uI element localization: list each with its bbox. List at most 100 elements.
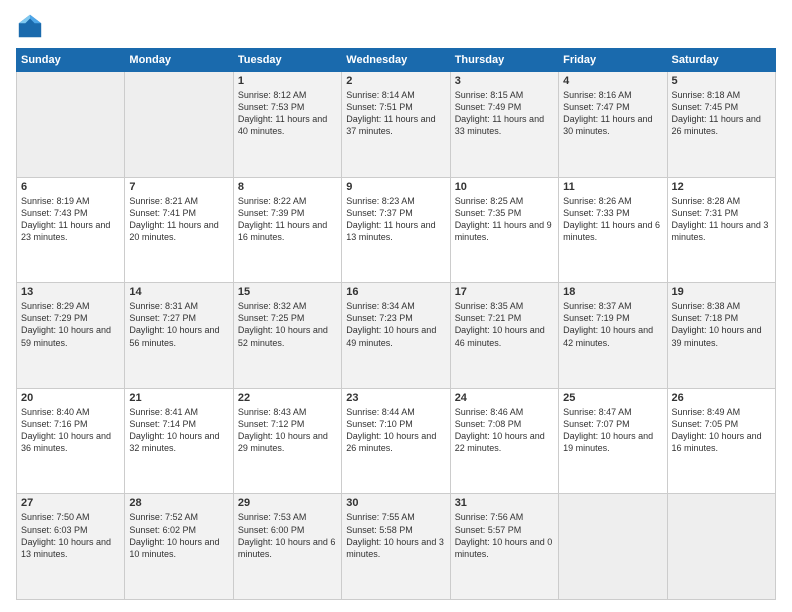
day-number: 7	[129, 181, 228, 193]
day-info: Sunrise: 8:23 AMSunset: 7:37 PMDaylight:…	[346, 195, 445, 244]
day-number: 2	[346, 75, 445, 87]
day-number: 11	[563, 181, 662, 193]
weekday-header: Friday	[559, 49, 667, 72]
day-number: 12	[672, 181, 771, 193]
day-number: 23	[346, 392, 445, 404]
day-info: Sunrise: 8:37 AMSunset: 7:19 PMDaylight:…	[563, 300, 662, 349]
weekday-header: Tuesday	[233, 49, 341, 72]
day-info: Sunrise: 7:50 AMSunset: 6:03 PMDaylight:…	[21, 511, 120, 560]
calendar-cell: 8Sunrise: 8:22 AMSunset: 7:39 PMDaylight…	[233, 177, 341, 283]
calendar-cell: 14 Sunrise: 8:31 AMSunset: 7:27 PMDayligh…	[125, 283, 233, 389]
day-number: 20	[21, 392, 120, 404]
calendar-cell: 18Sunrise: 8:37 AMSunset: 7:19 PMDayligh…	[559, 283, 667, 389]
calendar-cell: 30 Sunrise: 7:55 AMSunset: 5:58 PMDayligh…	[342, 494, 450, 600]
calendar-cell: 6 Sunrise: 8:19 AMSunset: 7:43 PMDaylight…	[17, 177, 125, 283]
day-number: 26	[672, 392, 771, 404]
calendar-cell: 25 Sunrise: 8:47 AMSunset: 7:07 PMDayligh…	[559, 388, 667, 494]
day-info: Sunrise: 8:29 AMSunset: 7:29 PMDaylight:…	[21, 300, 120, 349]
day-info: Sunrise: 8:22 AMSunset: 7:39 PMDaylight:…	[238, 195, 337, 244]
day-info: Sunrise: 8:28 AMSunset: 7:31 PMDaylight:…	[672, 195, 771, 244]
day-info: Sunrise: 8:31 AMSunset: 7:27 PMDaylight:…	[129, 300, 228, 349]
day-number: 31	[455, 497, 554, 509]
calendar-cell: 17 Sunrise: 8:35 AMSunset: 7:21 PMDayligh…	[450, 283, 558, 389]
day-number: 22	[238, 392, 337, 404]
calendar-row: 20 Sunrise: 8:40 AMSunset: 7:16 PMDayligh…	[17, 388, 776, 494]
day-info: Sunrise: 8:32 AMSunset: 7:25 PMDaylight:…	[238, 300, 337, 349]
calendar-cell: 29 Sunrise: 7:53 AMSunset: 6:00 PMDayligh…	[233, 494, 341, 600]
calendar-cell: 19 Sunrise: 8:38 AMSunset: 7:18 PMDayligh…	[667, 283, 775, 389]
day-number: 4	[563, 75, 662, 87]
day-info: Sunrise: 8:15 AMSunset: 7:49 PMDaylight:…	[455, 89, 554, 138]
calendar-cell	[125, 72, 233, 178]
calendar-row: 27Sunrise: 7:50 AMSunset: 6:03 PMDayligh…	[17, 494, 776, 600]
day-info: Sunrise: 8:12 AMSunset: 7:53 PMDaylight:…	[238, 89, 337, 138]
day-info: Sunrise: 8:46 AMSunset: 7:08 PMDaylight:…	[455, 406, 554, 455]
weekday-header: Monday	[125, 49, 233, 72]
day-number: 28	[129, 497, 228, 509]
day-number: 5	[672, 75, 771, 87]
day-info: Sunrise: 8:19 AMSunset: 7:43 PMDaylight:…	[21, 195, 120, 244]
day-info: Sunrise: 8:43 AMSunset: 7:12 PMDaylight:…	[238, 406, 337, 455]
calendar-cell: 15 Sunrise: 8:32 AMSunset: 7:25 PMDayligh…	[233, 283, 341, 389]
day-info: Sunrise: 8:18 AMSunset: 7:45 PMDaylight:…	[672, 89, 771, 138]
day-info: Sunrise: 8:44 AMSunset: 7:10 PMDaylight:…	[346, 406, 445, 455]
calendar-cell	[17, 72, 125, 178]
calendar-cell: 1 Sunrise: 8:12 AMSunset: 7:53 PMDaylight…	[233, 72, 341, 178]
weekday-header: Thursday	[450, 49, 558, 72]
weekday-header: Saturday	[667, 49, 775, 72]
weekday-header-row: SundayMondayTuesdayWednesdayThursdayFrid…	[17, 49, 776, 72]
day-number: 29	[238, 497, 337, 509]
header	[16, 12, 776, 40]
calendar-row: 13 Sunrise: 8:29 AMSunset: 7:29 PMDayligh…	[17, 283, 776, 389]
day-info: Sunrise: 7:53 AMSunset: 6:00 PMDaylight:…	[238, 511, 337, 560]
day-info: Sunrise: 8:16 AMSunset: 7:47 PMDaylight:…	[563, 89, 662, 138]
calendar-cell: 3 Sunrise: 8:15 AMSunset: 7:49 PMDaylight…	[450, 72, 558, 178]
day-number: 6	[21, 181, 120, 193]
calendar-cell: 22 Sunrise: 8:43 AMSunset: 7:12 PMDayligh…	[233, 388, 341, 494]
calendar-cell	[667, 494, 775, 600]
calendar-row: 6 Sunrise: 8:19 AMSunset: 7:43 PMDaylight…	[17, 177, 776, 283]
day-number: 16	[346, 286, 445, 298]
weekday-header: Wednesday	[342, 49, 450, 72]
logo	[16, 12, 48, 40]
day-info: Sunrise: 8:41 AMSunset: 7:14 PMDaylight:…	[129, 406, 228, 455]
day-info: Sunrise: 8:47 AMSunset: 7:07 PMDaylight:…	[563, 406, 662, 455]
calendar-cell: 28Sunrise: 7:52 AMSunset: 6:02 PMDayligh…	[125, 494, 233, 600]
calendar-row: 1 Sunrise: 8:12 AMSunset: 7:53 PMDaylight…	[17, 72, 776, 178]
day-info: Sunrise: 8:21 AMSunset: 7:41 PMDaylight:…	[129, 195, 228, 244]
calendar-cell: 21 Sunrise: 8:41 AMSunset: 7:14 PMDayligh…	[125, 388, 233, 494]
calendar-cell: 10Sunrise: 8:25 AMSunset: 7:35 PMDayligh…	[450, 177, 558, 283]
day-info: Sunrise: 8:34 AMSunset: 7:23 PMDaylight:…	[346, 300, 445, 349]
day-info: Sunrise: 7:55 AMSunset: 5:58 PMDaylight:…	[346, 511, 445, 560]
day-number: 30	[346, 497, 445, 509]
day-info: Sunrise: 7:56 AMSunset: 5:57 PMDaylight:…	[455, 511, 554, 560]
day-number: 24	[455, 392, 554, 404]
calendar-cell: 11Sunrise: 8:26 AMSunset: 7:33 PMDayligh…	[559, 177, 667, 283]
weekday-header: Sunday	[17, 49, 125, 72]
day-number: 13	[21, 286, 120, 298]
calendar-cell: 7 Sunrise: 8:21 AMSunset: 7:41 PMDaylight…	[125, 177, 233, 283]
day-number: 3	[455, 75, 554, 87]
day-number: 21	[129, 392, 228, 404]
day-info: Sunrise: 8:35 AMSunset: 7:21 PMDaylight:…	[455, 300, 554, 349]
calendar-cell: 5 Sunrise: 8:18 AMSunset: 7:45 PMDaylight…	[667, 72, 775, 178]
day-number: 10	[455, 181, 554, 193]
day-info: Sunrise: 8:38 AMSunset: 7:18 PMDaylight:…	[672, 300, 771, 349]
calendar-cell: 12 Sunrise: 8:28 AMSunset: 7:31 PMDayligh…	[667, 177, 775, 283]
calendar-cell: 27Sunrise: 7:50 AMSunset: 6:03 PMDayligh…	[17, 494, 125, 600]
calendar-cell: 31 Sunrise: 7:56 AMSunset: 5:57 PMDayligh…	[450, 494, 558, 600]
calendar-cell: 20 Sunrise: 8:40 AMSunset: 7:16 PMDayligh…	[17, 388, 125, 494]
day-info: Sunrise: 8:40 AMSunset: 7:16 PMDaylight:…	[21, 406, 120, 455]
day-number: 19	[672, 286, 771, 298]
day-info: Sunrise: 8:49 AMSunset: 7:05 PMDaylight:…	[672, 406, 771, 455]
day-number: 15	[238, 286, 337, 298]
calendar-cell: 26 Sunrise: 8:49 AMSunset: 7:05 PMDayligh…	[667, 388, 775, 494]
day-info: Sunrise: 8:14 AMSunset: 7:51 PMDaylight:…	[346, 89, 445, 138]
day-number: 1	[238, 75, 337, 87]
page: SundayMondayTuesdayWednesdayThursdayFrid…	[0, 0, 792, 612]
day-number: 17	[455, 286, 554, 298]
day-number: 14	[129, 286, 228, 298]
calendar-cell	[559, 494, 667, 600]
day-number: 25	[563, 392, 662, 404]
calendar-table: SundayMondayTuesdayWednesdayThursdayFrid…	[16, 48, 776, 600]
